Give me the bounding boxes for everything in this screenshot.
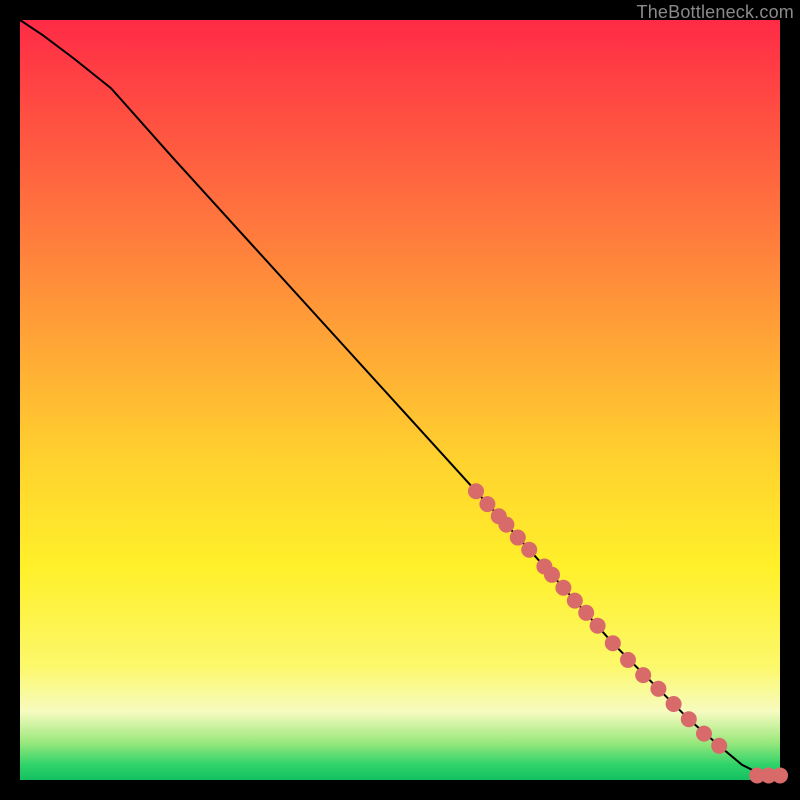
curve-marker bbox=[635, 667, 651, 683]
curve-marker bbox=[711, 738, 727, 754]
curve-marker bbox=[521, 542, 537, 558]
curve-marker bbox=[544, 567, 560, 583]
curve-marker bbox=[510, 530, 526, 546]
curve-marker bbox=[498, 517, 514, 533]
curve-marker bbox=[567, 593, 583, 609]
curve-marker bbox=[605, 635, 621, 651]
curve-marker bbox=[468, 483, 484, 499]
chart-overlay bbox=[20, 20, 780, 780]
curve-marker bbox=[479, 496, 495, 512]
curve-marker bbox=[696, 726, 712, 742]
curve-marker bbox=[620, 652, 636, 668]
tail-markers bbox=[749, 767, 788, 783]
curve-marker bbox=[681, 711, 697, 727]
curve-marker bbox=[666, 696, 682, 712]
chart-stage: TheBottleneck.com bbox=[0, 0, 800, 800]
curve-markers bbox=[468, 483, 727, 754]
curve-marker bbox=[555, 580, 571, 596]
bottleneck-curve bbox=[20, 20, 780, 775]
curve-marker bbox=[590, 618, 606, 634]
curve-marker bbox=[578, 605, 594, 621]
curve-marker bbox=[650, 681, 666, 697]
tail-marker bbox=[772, 767, 788, 783]
